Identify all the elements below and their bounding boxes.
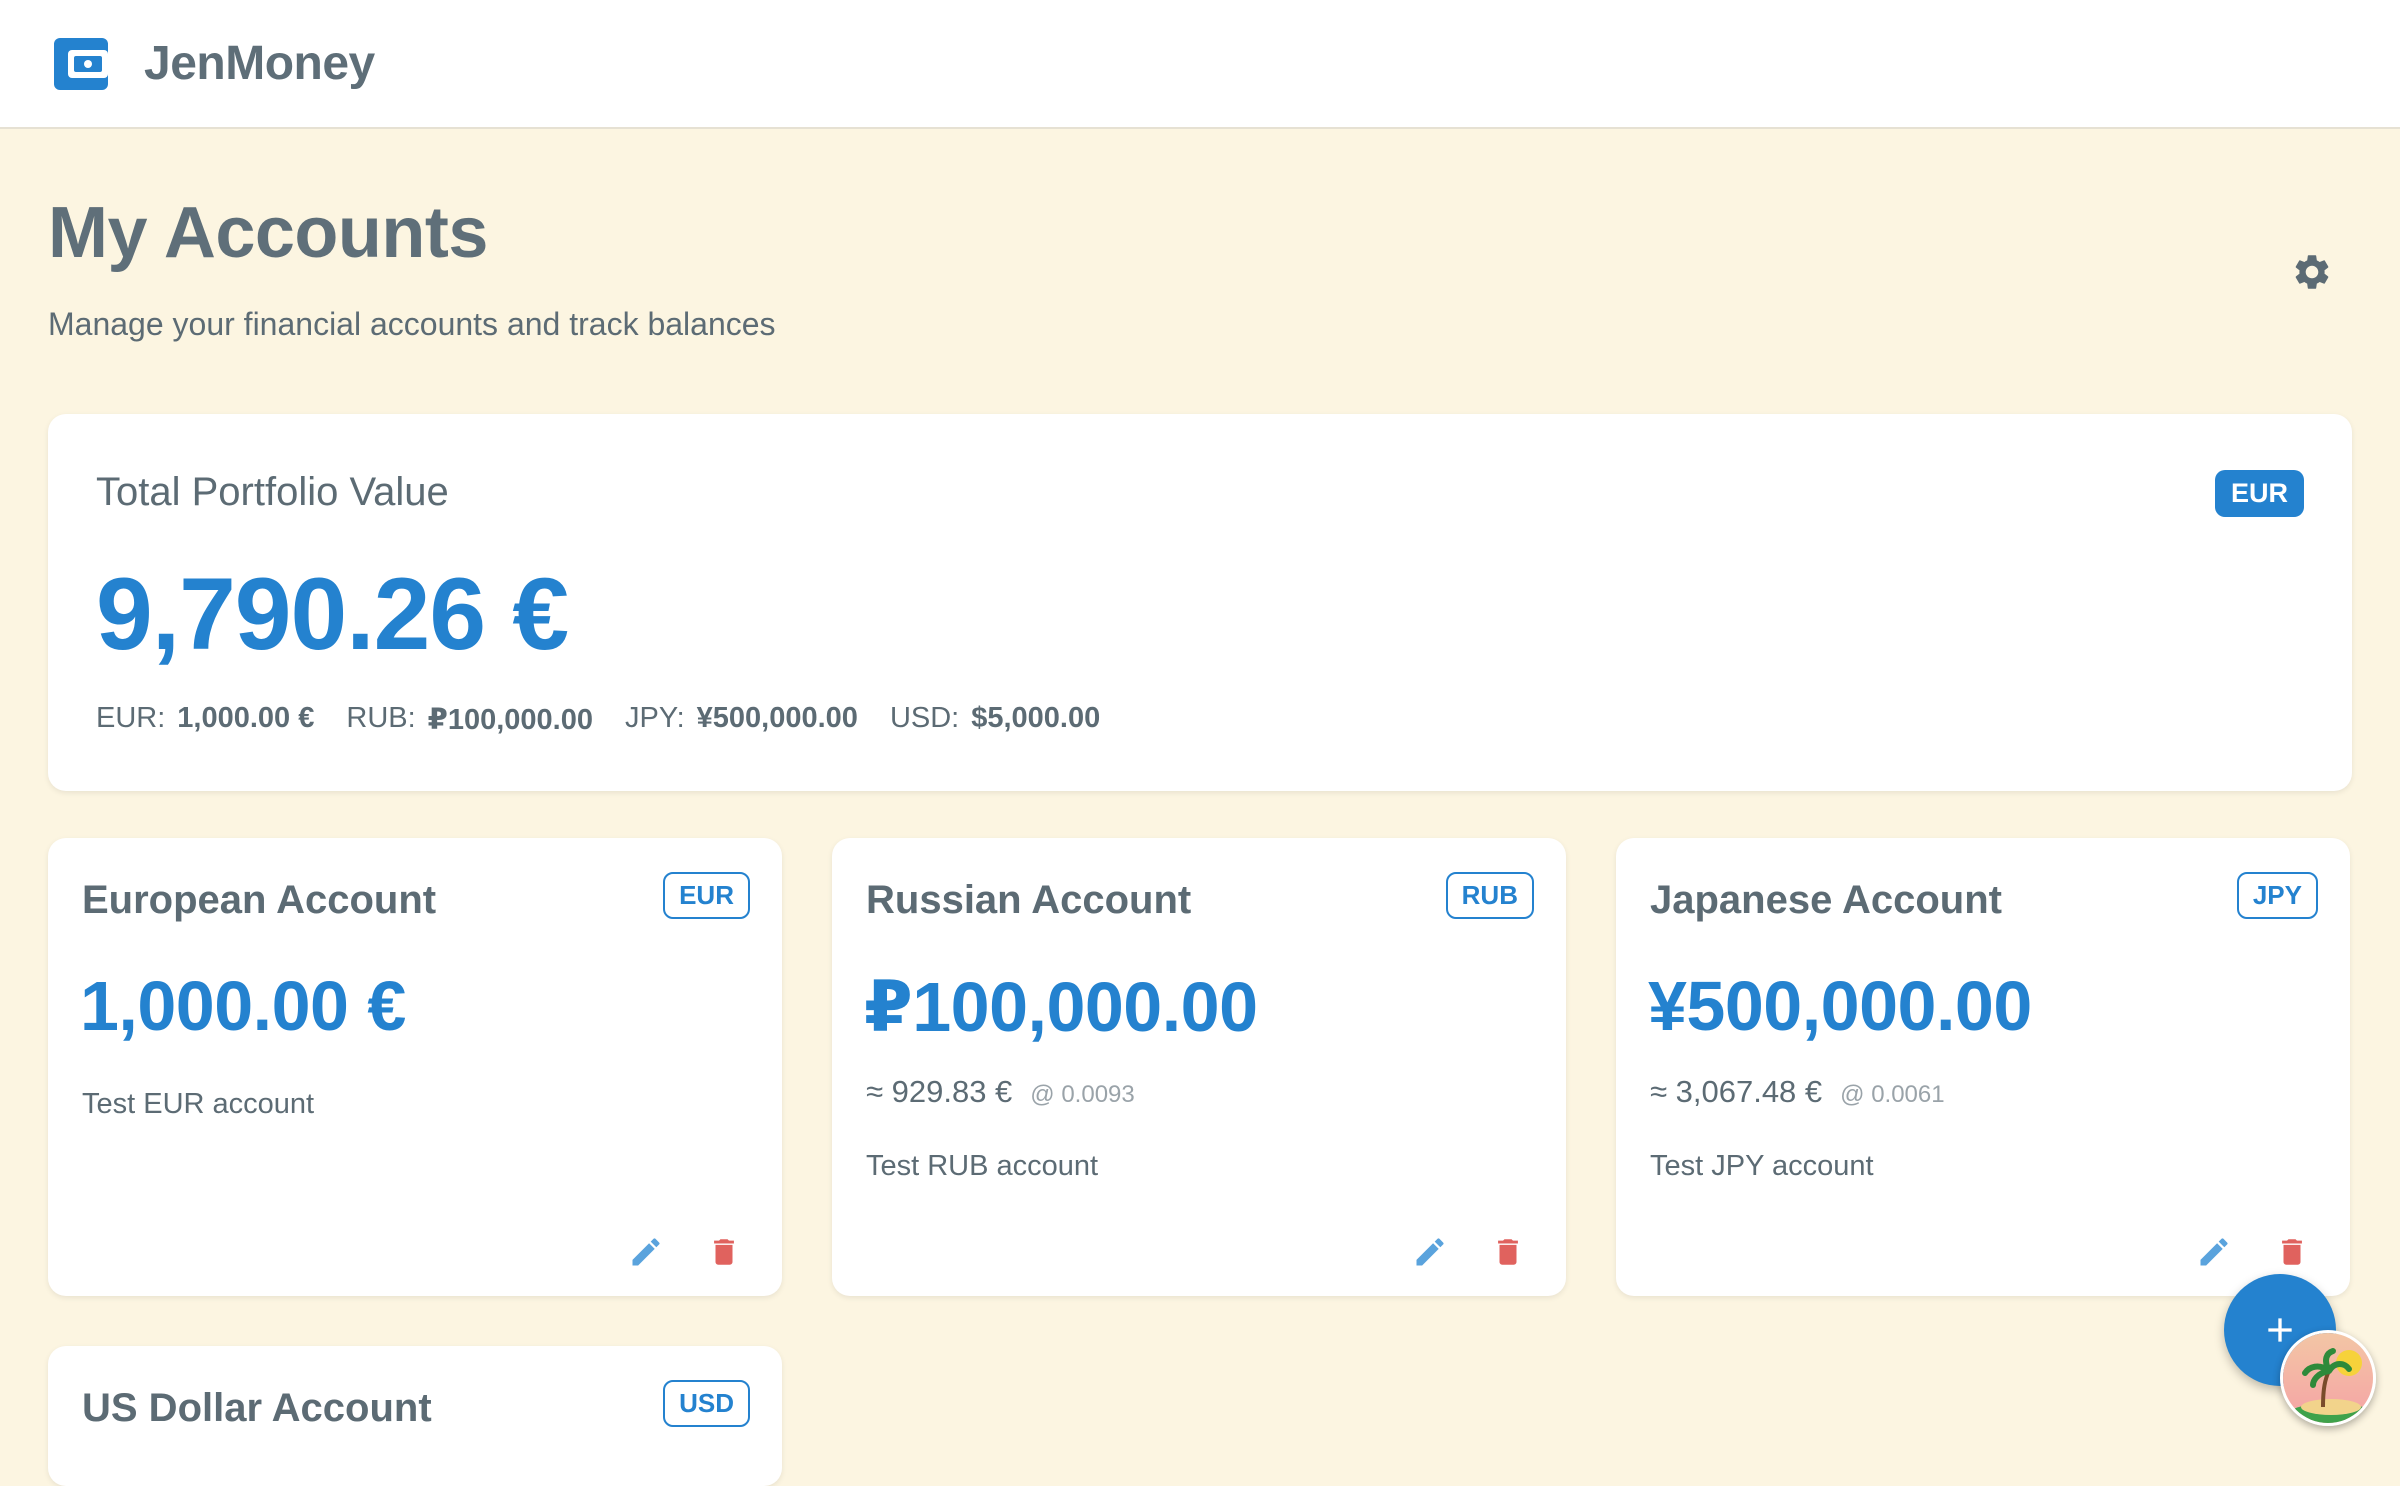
pencil-icon (2200, 1238, 2228, 1266)
converted-value: ≈ 3,067.48 € @ 0.0061 (1650, 1074, 1945, 1110)
breakdown-code: JPY: (625, 702, 685, 734)
account-card-jpy[interactable]: Japanese Account JPY ¥500,000.00 ≈ 3,067… (1616, 838, 2350, 1296)
converted-value: ≈ 929.83 € @ 0.0093 (866, 1074, 1135, 1110)
account-name: European Account (82, 878, 437, 922)
account-actions (2196, 1234, 2310, 1270)
account-balance: ¥500,000.00 (1648, 967, 2032, 1045)
currency-badge: RUB (1445, 872, 1534, 919)
currency-breakdown: EUR: 1,000.00 € RUB: ₽100,000.00 JPY: ¥5… (96, 702, 1100, 737)
breakdown-code: EUR: (96, 702, 166, 734)
breakdown-amount: ¥500,000.00 (696, 702, 858, 734)
account-card-rub[interactable]: Russian Account RUB ₽100,000.00 ≈ 929.83… (832, 838, 1566, 1296)
exchange-rate: @ 0.0061 (1840, 1081, 1945, 1108)
breakdown-code: USD: (889, 702, 960, 734)
portfolio-total: 9,790.26 € (96, 557, 569, 671)
pencil-icon (1416, 1238, 1444, 1266)
wallet-icon[interactable] (54, 38, 108, 90)
gear-icon (2295, 255, 2329, 289)
exchange-rate: @ 0.0093 (1030, 1081, 1135, 1108)
breakdown-amount: 1,000.00 € (177, 702, 315, 734)
breakdown-item-eur: EUR: 1,000.00 € (96, 702, 314, 737)
edit-button[interactable] (628, 1234, 664, 1270)
island-avatar-icon[interactable] (2280, 1330, 2376, 1426)
edit-button[interactable] (2196, 1234, 2232, 1270)
delete-button[interactable] (1490, 1234, 1526, 1270)
app-bar: JenMoney (0, 0, 2400, 129)
breakdown-item-usd: USD: $5,000.00 (890, 702, 1100, 737)
account-card-usd[interactable]: US Dollar Account USD (48, 1346, 782, 1486)
breakdown-code: RUB: (346, 702, 416, 734)
currency-badge: EUR (663, 872, 750, 919)
page-title: My Accounts (48, 193, 488, 273)
converted-amount: ≈ 929.83 € (866, 1074, 1013, 1109)
converted-amount: ≈ 3,067.48 € (1650, 1074, 1823, 1109)
breakdown-item-rub: RUB: ₽100,000.00 (346, 702, 593, 737)
total-portfolio-card: Total Portfolio Value EUR 9,790.26 € EUR… (48, 414, 2352, 791)
account-name: Russian Account (866, 878, 1192, 922)
account-name: US Dollar Account (82, 1386, 432, 1430)
account-actions (1412, 1234, 1526, 1270)
account-balance: ₽100,000.00 (864, 968, 1258, 1046)
account-actions (628, 1234, 742, 1270)
trash-icon (714, 1239, 734, 1265)
settings-button[interactable] (2288, 248, 2336, 296)
app-title[interactable]: JenMoney (144, 36, 375, 91)
account-description: Test JPY account (1650, 1150, 1874, 1182)
pencil-icon (632, 1238, 660, 1266)
portfolio-label: Total Portfolio Value (96, 470, 449, 514)
account-card-eur[interactable]: European Account EUR 1,000.00 € Test EUR… (48, 838, 782, 1296)
currency-badge: JPY (2236, 872, 2318, 919)
account-description: Test EUR account (82, 1088, 315, 1120)
account-name: Japanese Account (1650, 878, 2002, 922)
page-subtitle: Manage your financial accounts and track… (48, 306, 776, 342)
base-currency-badge[interactable]: EUR (2214, 470, 2304, 517)
trash-icon (2282, 1239, 2302, 1265)
breakdown-amount: $5,000.00 (971, 702, 1101, 734)
breakdown-amount: ₽100,000.00 (427, 704, 593, 736)
currency-badge: USD (663, 1380, 750, 1427)
delete-button[interactable] (706, 1234, 742, 1270)
edit-button[interactable] (1412, 1234, 1448, 1270)
account-description: Test RUB account (866, 1150, 1099, 1182)
delete-button[interactable] (2274, 1234, 2310, 1270)
account-balance: 1,000.00 € (80, 967, 406, 1045)
breakdown-item-jpy: JPY: ¥500,000.00 (625, 702, 858, 737)
trash-icon (1498, 1239, 1518, 1265)
